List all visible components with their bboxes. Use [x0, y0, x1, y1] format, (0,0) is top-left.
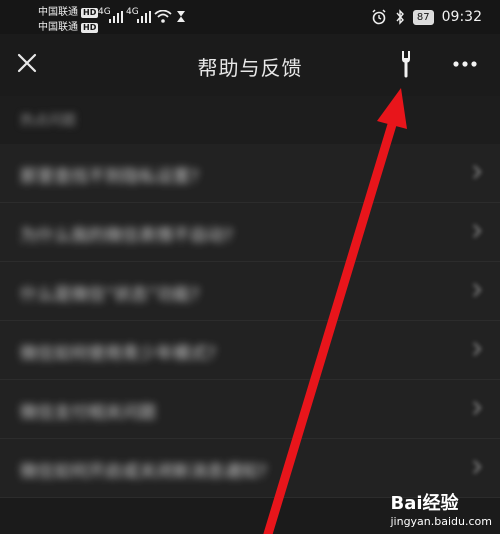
wifi-icon — [154, 10, 172, 23]
wrench-icon[interactable] — [398, 49, 424, 79]
hourglass-icon — [177, 11, 185, 22]
hd-badge-1: HD — [81, 8, 99, 18]
signal-icon-1 — [109, 11, 123, 23]
status-bar: 中国联通 HD 中国联通 HD 4G 4G 87 09:32 — [0, 0, 500, 34]
list-item[interactable]: 什么是微信“状态”功能? — [0, 262, 500, 321]
chevron-right-icon — [473, 460, 482, 474]
list-item-label: 微信如何开启或关闭新消息通知? — [20, 462, 268, 482]
more-options-icon[interactable] — [452, 60, 478, 68]
list-item-label: 微信支付相关问题 — [20, 403, 156, 423]
list-item[interactable]: 为什么我的微信表情不自动? — [0, 203, 500, 262]
alarm-icon — [372, 9, 386, 25]
bluetooth-icon — [396, 9, 404, 25]
carrier-1-label: 中国联通 — [38, 7, 78, 18]
signal-icon-2 — [137, 11, 151, 23]
help-list: 热点问题 那里查找不到隐私设置? 为什么我的微信表情不自动? 什么是微信“状态”… — [0, 96, 500, 498]
chevron-right-icon — [473, 165, 482, 179]
carrier-2: 中国联通 HD — [38, 18, 99, 33]
list-item-label: 微信如何使用青少年模式? — [20, 344, 217, 364]
list-item-label: 那里查找不到隐私设置? — [20, 167, 200, 187]
page-title: 帮助与反馈 — [197, 56, 303, 80]
chevron-right-icon — [473, 401, 482, 415]
chevron-right-icon — [473, 224, 482, 238]
watermark-brand: Bai经验 — [390, 493, 459, 514]
list-item[interactable]: 那里查找不到隐私设置? — [0, 144, 500, 203]
list-item-label: 为什么我的微信表情不自动? — [20, 226, 234, 246]
list-item[interactable]: 微信支付相关问题 — [0, 380, 500, 439]
chevron-right-icon — [473, 283, 482, 297]
hd-badge-2: HD — [81, 23, 99, 33]
battery-indicator: 87 — [412, 9, 434, 25]
list-item-label: 什么是微信“状态”功能? — [20, 285, 200, 305]
list-item[interactable]: 微信如何使用青少年模式? — [0, 321, 500, 380]
carrier-2-label: 中国联通 — [38, 22, 78, 33]
chevron-right-icon — [473, 342, 482, 356]
section-header-label: 热点问题 — [20, 113, 76, 129]
app-bar: 帮助与反馈 — [0, 34, 500, 96]
section-header-hot-questions: 热点问题 — [0, 96, 500, 144]
status-right: 87 09:32 — [371, 9, 482, 25]
baidu-watermark: Bai经验 jingyan.baidu.com — [390, 489, 492, 528]
clock: 09:32 — [441, 9, 482, 25]
carrier-1: 中国联通 HD — [38, 3, 99, 18]
watermark-site: jingyan.baidu.com — [390, 515, 492, 528]
